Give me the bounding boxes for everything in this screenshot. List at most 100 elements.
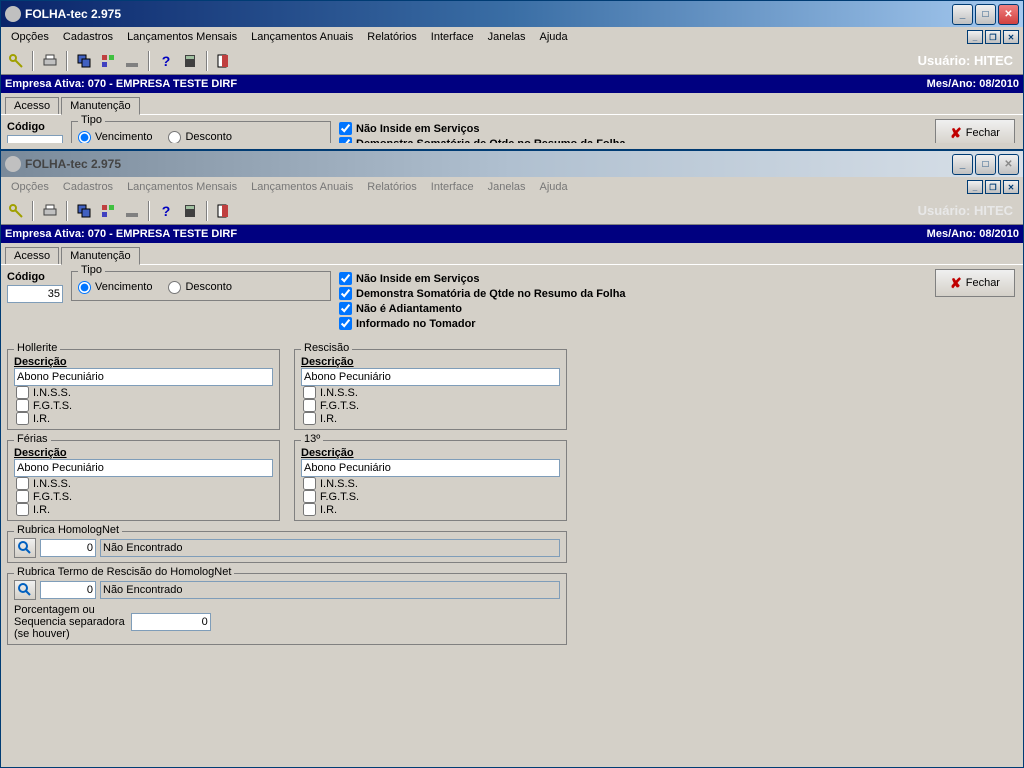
- app-icon: [5, 6, 21, 22]
- menu-relatorios[interactable]: Relatórios: [361, 29, 423, 45]
- check-informado[interactable]: Informado no Tomador: [339, 317, 626, 330]
- descricao-input-rescisao[interactable]: [301, 368, 560, 386]
- tile-icon[interactable]: [97, 50, 119, 72]
- mdi-minimize[interactable]: _: [967, 30, 983, 44]
- check-demonstra-back[interactable]: Demonstra Somatória de Qtde no Resumo da…: [339, 137, 626, 143]
- descricao-input-hollerite[interactable]: [14, 368, 273, 386]
- tab-acesso-back[interactable]: Acesso: [5, 97, 59, 114]
- key-icon[interactable]: [5, 50, 27, 72]
- menu-ajuda[interactable]: Ajuda: [534, 29, 574, 45]
- maximize-button[interactable]: □: [975, 4, 996, 25]
- menu-janelas[interactable]: Janelas: [482, 29, 532, 45]
- calculator-icon[interactable]: [179, 50, 201, 72]
- check-nao-adiant[interactable]: Não é Adiantamento: [339, 302, 626, 315]
- minimize-button-front[interactable]: _: [952, 154, 973, 175]
- menu-opcoes-f[interactable]: Opções: [5, 179, 55, 195]
- menu-relatorios-f[interactable]: Relatórios: [361, 179, 423, 195]
- menu-cadastros-f[interactable]: Cadastros: [57, 179, 119, 195]
- check-ir-d[interactable]: I.R.: [303, 503, 560, 516]
- codigo-label: Código: [7, 121, 63, 133]
- menu-opcoes[interactable]: Opções: [5, 29, 55, 45]
- check-inss-f[interactable]: I.N.S.S.: [16, 477, 273, 490]
- print-icon-f[interactable]: [39, 200, 61, 222]
- check-fgts-h[interactable]: F.G.T.S.: [16, 399, 273, 412]
- check-ir-h[interactable]: I.R.: [16, 412, 273, 425]
- check-fgts-r[interactable]: F.G.T.S.: [303, 399, 560, 412]
- rescisao-legend: Rescisão: [301, 342, 352, 354]
- status-bar-back: Empresa Ativa: 070 - EMPRESA TESTE DIRF …: [1, 75, 1023, 93]
- group-ferias: Férias Descrição I.N.S.S. F.G.T.S. I.R.: [7, 440, 280, 521]
- group-hollerite: Hollerite Descrição I.N.S.S. F.G.T.S. I.…: [7, 349, 280, 430]
- calculator-icon-f[interactable]: [179, 200, 201, 222]
- mdi-restore[interactable]: ❐: [985, 30, 1001, 44]
- key-icon-f[interactable]: [5, 200, 27, 222]
- content-front: ✘Fechar Código Tipo Vencimento Desconto …: [1, 265, 1023, 651]
- search-rubrica2-button[interactable]: [14, 580, 36, 600]
- tab-acesso[interactable]: Acesso: [5, 247, 59, 264]
- menu-lanc-mensais-f[interactable]: Lançamentos Mensais: [121, 179, 243, 195]
- check-nao-inside-back[interactable]: Não Inside em Serviços: [339, 122, 626, 135]
- mdi-close[interactable]: ✕: [1003, 30, 1019, 44]
- descricao-label-d: Descrição: [301, 447, 560, 459]
- check-ir-f[interactable]: I.R.: [16, 503, 273, 516]
- codigo-input-back[interactable]: [7, 135, 63, 143]
- menu-cadastros[interactable]: Cadastros: [57, 29, 119, 45]
- hollerite-legend: Hollerite: [14, 342, 60, 354]
- menubar-front: Opções Cadastros Lançamentos Mensais Lan…: [1, 177, 1023, 197]
- maximize-button-front[interactable]: □: [975, 154, 996, 175]
- menu-janelas-f[interactable]: Janelas: [482, 179, 532, 195]
- tipo-legend-f: Tipo: [78, 264, 105, 276]
- empresa-ativa: Empresa Ativa: 070 - EMPRESA TESTE DIRF: [5, 78, 237, 90]
- ferias-legend: Férias: [14, 433, 51, 445]
- rubrica1-code-input[interactable]: [40, 539, 96, 557]
- check-demonstra[interactable]: Demonstra Somatória de Qtde no Resumo da…: [339, 287, 626, 300]
- tab-manutencao[interactable]: Manutenção: [61, 247, 140, 265]
- menu-interface-f[interactable]: Interface: [425, 179, 480, 195]
- check-fgts-f[interactable]: F.G.T.S.: [16, 490, 273, 503]
- help-icon[interactable]: ?: [155, 50, 177, 72]
- mdi-restore-f[interactable]: ❐: [985, 180, 1001, 194]
- check-nao-inside[interactable]: Não Inside em Serviços: [339, 272, 626, 285]
- user-label-f: Usuário: HITEC: [918, 203, 1013, 218]
- minimize-all-icon-f[interactable]: [121, 200, 143, 222]
- menu-lanc-mensais[interactable]: Lançamentos Mensais: [121, 29, 243, 45]
- mdi-close-f[interactable]: ✕: [1003, 180, 1019, 194]
- check-inss-d[interactable]: I.N.S.S.: [303, 477, 560, 490]
- print-icon[interactable]: [39, 50, 61, 72]
- check-fgts-d[interactable]: F.G.T.S.: [303, 490, 560, 503]
- check-ir-r[interactable]: I.R.: [303, 412, 560, 425]
- tile-icon-f[interactable]: [97, 200, 119, 222]
- radio-desconto[interactable]: Desconto: [168, 281, 231, 294]
- minimize-button[interactable]: _: [952, 4, 973, 25]
- cascade-icon-f[interactable]: [73, 200, 95, 222]
- check-inss-r[interactable]: I.N.S.S.: [303, 386, 560, 399]
- check-inss-h[interactable]: I.N.S.S.: [16, 386, 273, 399]
- codigo-input[interactable]: [7, 285, 63, 303]
- help-icon-f[interactable]: ?: [155, 200, 177, 222]
- cascade-icon[interactable]: [73, 50, 95, 72]
- exit-icon-f[interactable]: [213, 200, 235, 222]
- fechar-button[interactable]: ✘Fechar: [935, 269, 1015, 297]
- search-rubrica1-button[interactable]: [14, 538, 36, 558]
- porcent-input[interactable]: [131, 613, 211, 631]
- radio-vencimento[interactable]: Vencimento: [78, 281, 152, 294]
- exit-icon[interactable]: [213, 50, 235, 72]
- tab-manutencao-back[interactable]: Manutenção: [61, 97, 140, 115]
- fechar-button-back[interactable]: ✘Fechar: [935, 119, 1015, 143]
- close-window-button[interactable]: ✕: [998, 4, 1019, 25]
- descricao-input-ferias[interactable]: [14, 459, 273, 477]
- mdi-minimize-f[interactable]: _: [967, 180, 983, 194]
- menu-lanc-anuais-f[interactable]: Lançamentos Anuais: [245, 179, 359, 195]
- radio-desconto-back[interactable]: Desconto: [168, 131, 231, 144]
- menu-ajuda-f[interactable]: Ajuda: [534, 179, 574, 195]
- menu-lanc-anuais[interactable]: Lançamentos Anuais: [245, 29, 359, 45]
- close-window-button-front[interactable]: ✕: [998, 154, 1019, 175]
- descricao-label-r: Descrição: [301, 356, 560, 368]
- rubrica2-code-input[interactable]: [40, 581, 96, 599]
- menu-interface[interactable]: Interface: [425, 29, 480, 45]
- decimo-legend: 13º: [301, 433, 323, 445]
- radio-vencimento-back[interactable]: Vencimento: [78, 131, 152, 144]
- descricao-input-decimo[interactable]: [301, 459, 560, 477]
- group-rubrica2: Rubrica Termo de Rescisão do HomologNet …: [7, 573, 567, 645]
- minimize-all-icon[interactable]: [121, 50, 143, 72]
